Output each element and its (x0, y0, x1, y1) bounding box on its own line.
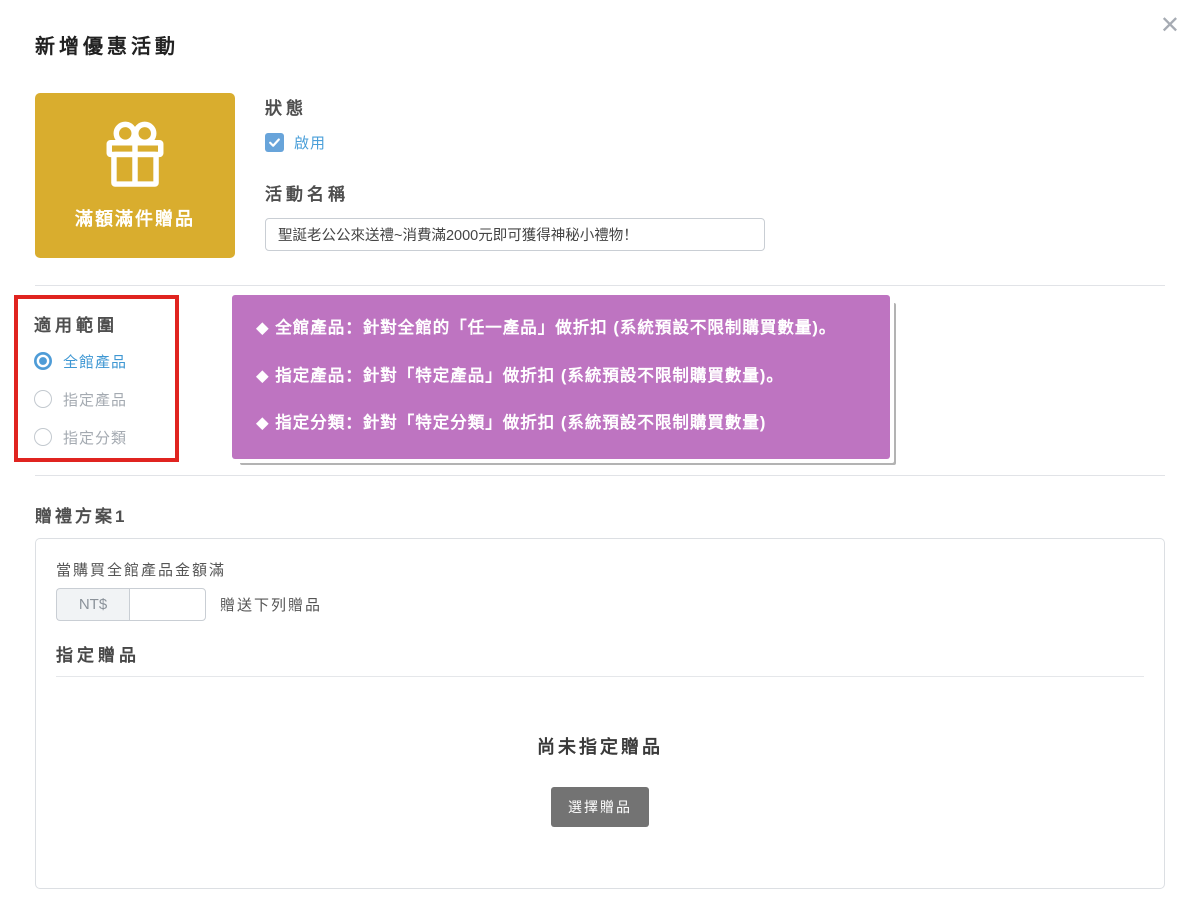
scope-radio-group: 全館產品 指定產品 指定分類 (34, 350, 167, 448)
radio-specified-products[interactable]: 指定產品 (34, 388, 167, 410)
gift-icon (96, 117, 174, 195)
promo-type-label: 滿額滿件贈品 (75, 205, 195, 231)
activity-name-label: 活動名稱 (265, 180, 1165, 205)
specified-gifts-label: 指定贈品 (56, 641, 1144, 666)
close-icon[interactable]: ✕ (1160, 14, 1180, 38)
gift-plan-box: 當購買全館產品金額滿 NT$ 贈送下列贈品 指定贈品 尚未指定贈品 選擇贈品 (35, 538, 1165, 889)
condition-label: 當購買全館產品金額滿 (56, 559, 1144, 580)
amount-row: NT$ 贈送下列贈品 (56, 588, 1144, 621)
radio-label[interactable]: 指定產品 (63, 389, 127, 410)
info-line: ◆ 指定分類：針對「特定分類」做折扣 (系統預設不限制購買數量) (256, 413, 870, 434)
radio-specified-categories[interactable]: 指定分類 (34, 426, 167, 448)
page-title: 新增優惠活動 (35, 0, 1165, 59)
scope-label: 適用範圍 (34, 311, 167, 336)
promo-type-card: 滿額滿件贈品 (35, 93, 235, 258)
radio-all-products[interactable]: 全館產品 (34, 350, 167, 372)
radio-icon[interactable] (34, 352, 52, 370)
add-promotion-modal: ✕ 新增優惠活動 滿額滿件贈品 狀態 啟用 (0, 0, 1200, 908)
radio-label[interactable]: 指定分類 (63, 427, 127, 448)
select-gift-button[interactable]: 選擇贈品 (551, 787, 649, 827)
info-line: ◆ 全館產品：針對全館的「任一產品」做折扣 (系統預設不限制購買數量)。 (256, 318, 870, 339)
scope-section: 適用範圍 全館產品 指定產品 指定分類 (35, 295, 1165, 462)
scope-info-box: ◆ 全館產品：針對全館的「任一產品」做折扣 (系統預設不限制購買數量)。 ◆ 指… (232, 295, 890, 459)
radio-icon[interactable] (34, 428, 52, 446)
checkmark-icon (268, 136, 281, 149)
condition-suffix-label: 贈送下列贈品 (220, 594, 322, 615)
enable-checkbox-label[interactable]: 啟用 (294, 132, 326, 153)
scope-highlight-box: 適用範圍 全館產品 指定產品 指定分類 (14, 295, 179, 462)
top-section: 滿額滿件贈品 狀態 啟用 活動名稱 (35, 93, 1165, 258)
enable-checkbox[interactable] (265, 133, 284, 152)
currency-prefix: NT$ (56, 588, 129, 621)
status-label: 狀態 (265, 94, 1165, 119)
no-gifts-text: 尚未指定贈品 (537, 733, 663, 759)
radio-icon[interactable] (34, 390, 52, 408)
gift-plan-title: 贈禮方案1 (35, 502, 1165, 527)
activity-name-input[interactable] (265, 218, 765, 251)
info-line: ◆ 指定產品：針對「特定產品」做折扣 (系統預設不限制購買數量)。 (256, 366, 870, 387)
radio-label[interactable]: 全館產品 (63, 351, 127, 372)
amount-input[interactable] (129, 588, 206, 621)
section-divider (35, 475, 1165, 476)
section-divider (35, 285, 1165, 286)
